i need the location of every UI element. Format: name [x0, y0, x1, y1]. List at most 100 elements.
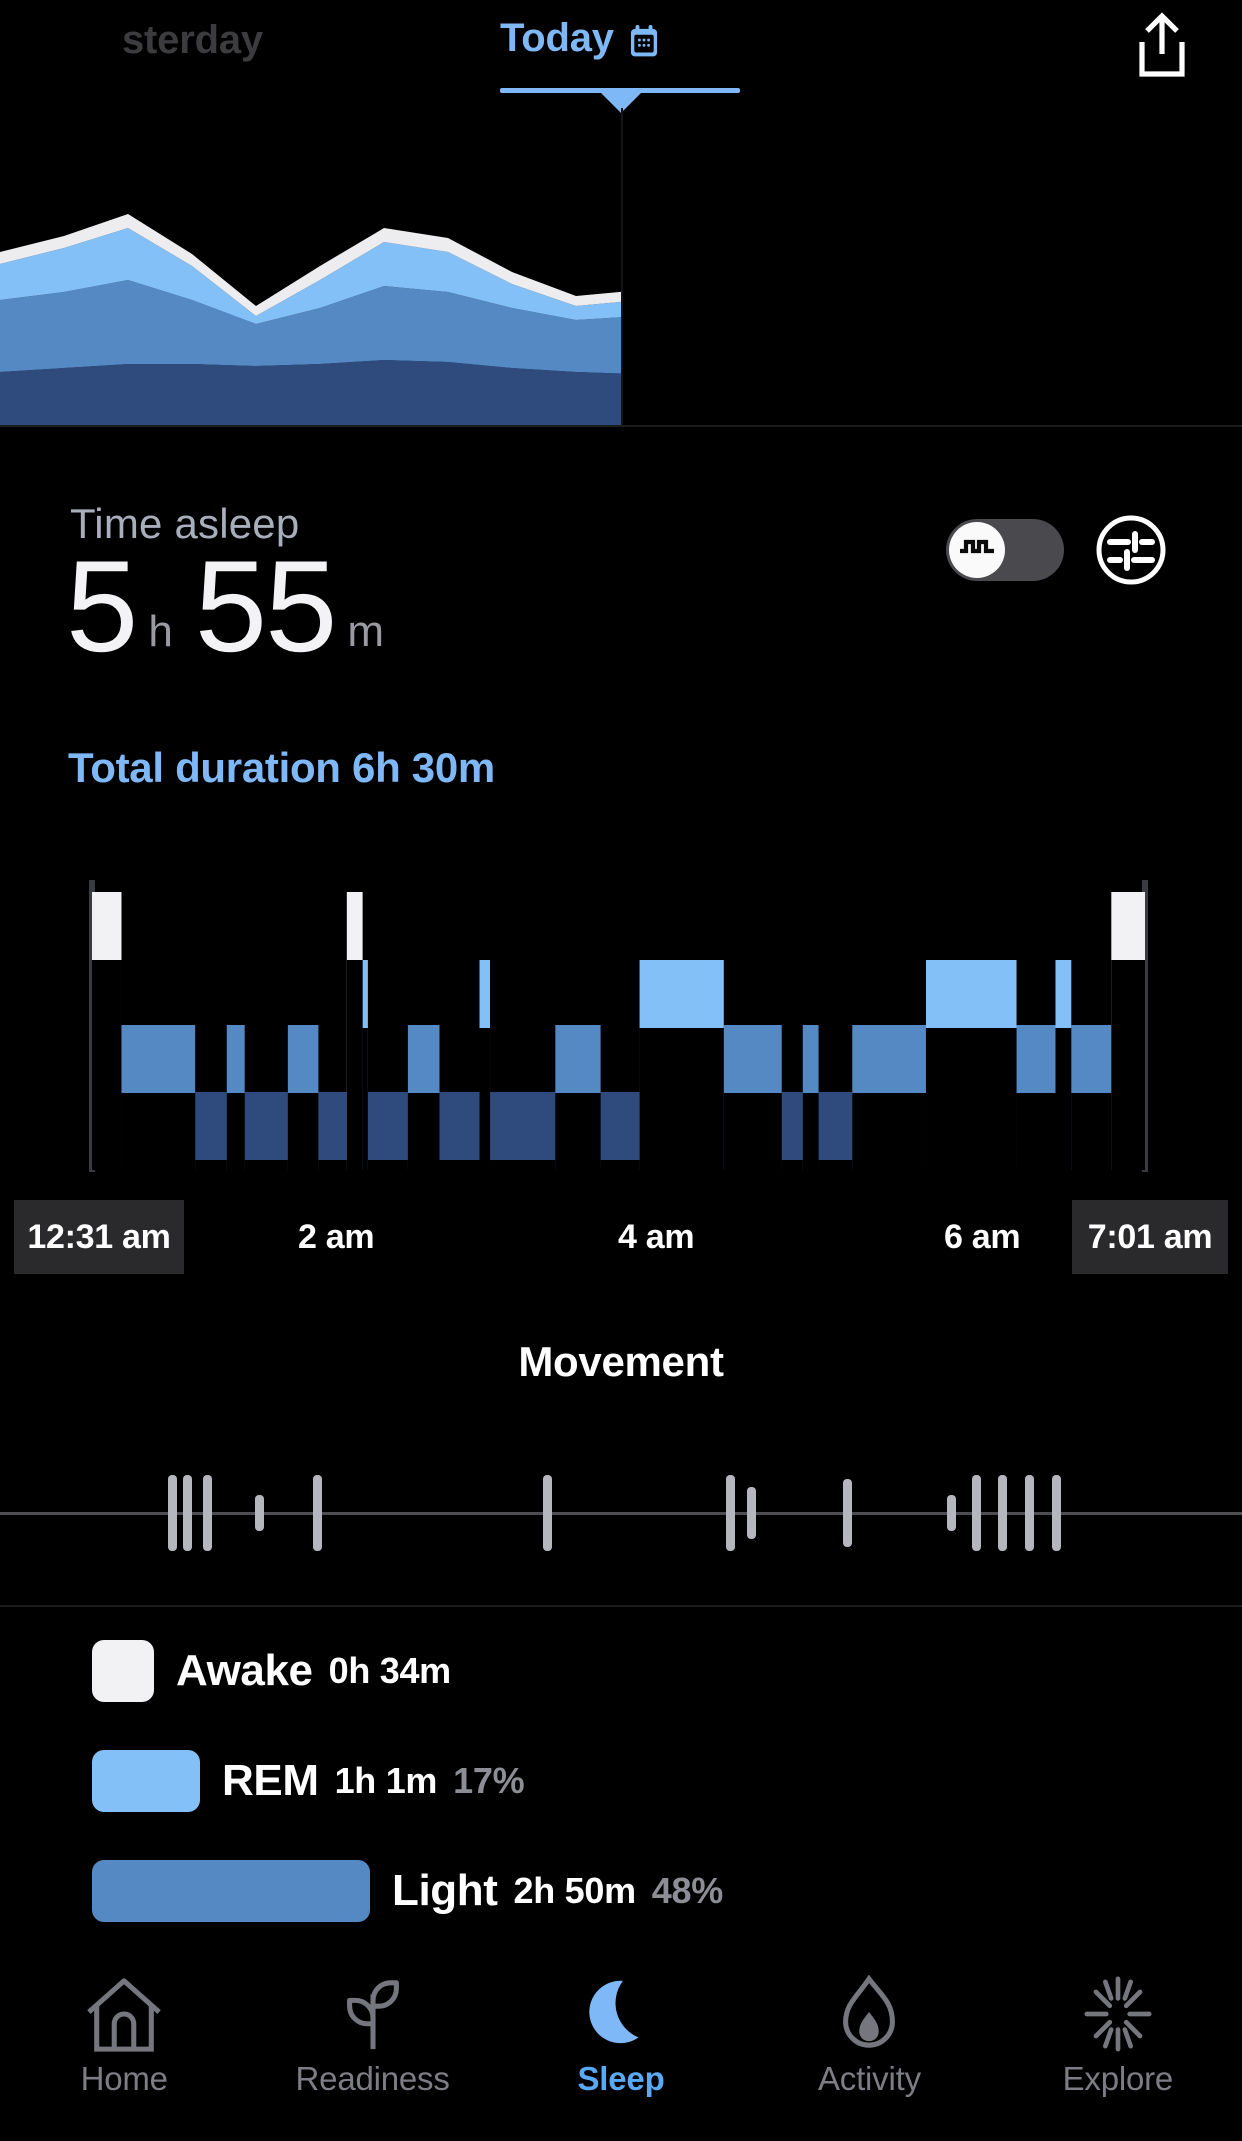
legend-stage-duration: 2h 50m	[514, 1870, 636, 1912]
axis-end-chip: 7:01 am	[1072, 1200, 1228, 1274]
area-chart-right-edge	[621, 108, 623, 426]
hypnogram-mask	[819, 1160, 853, 1170]
chart-settings-button[interactable]	[1094, 513, 1168, 587]
hypnogram-mask	[555, 1093, 600, 1170]
axis-tick-2am: 2 am	[298, 1200, 374, 1274]
hypnogram-mask	[347, 960, 363, 1170]
hypnogram-mask	[1071, 1093, 1111, 1170]
legend-stage-name: REM	[222, 1756, 319, 1806]
nav-item-sleep[interactable]: Sleep	[497, 1956, 745, 2098]
leaf-icon	[330, 1974, 416, 2054]
hypnogram-segment-deep	[782, 1092, 803, 1170]
section-divider-top	[0, 425, 1242, 427]
tab-yesterday[interactable]: sterday	[122, 18, 263, 63]
legend-stage-percent: 17%	[453, 1760, 524, 1802]
legend-row-light[interactable]: Light2h 50m48%	[92, 1860, 723, 1922]
time-asleep-hours: 5	[66, 552, 136, 660]
axis-end-label: 7:01 am	[1088, 1218, 1213, 1257]
nav-item-home[interactable]: Home	[0, 1956, 248, 2098]
axis-tick-label: 6 am	[944, 1218, 1020, 1257]
hypnogram-mask	[926, 1028, 1017, 1170]
hypnogram-mask	[480, 1028, 491, 1170]
hypnogram-mask	[121, 1093, 195, 1170]
hypnogram-mask	[1111, 960, 1145, 1170]
nav-label-activity: Activity	[818, 2060, 921, 2098]
axis-tick-label: 4 am	[618, 1218, 694, 1257]
axis-tick-label: 2 am	[298, 1218, 374, 1257]
hypnogram-segment-deep	[195, 1092, 227, 1170]
nav-label-explore: Explore	[1063, 2060, 1174, 2098]
axis-tick-4am: 4 am	[618, 1200, 694, 1274]
axis-start-chip: 12:31 am	[14, 1200, 184, 1274]
share-button[interactable]	[1130, 12, 1194, 80]
nav-item-activity[interactable]: Activity	[745, 1956, 993, 2098]
hypnogram-mask	[1055, 1028, 1071, 1170]
hypnogram-time-axis: 12:31 am 2 am 4 am 6 am 7:01 am	[0, 1200, 1242, 1274]
hypnogram-toggle[interactable]	[946, 519, 1064, 581]
hypnogram-mask	[245, 1160, 288, 1170]
hypnogram-mask	[92, 960, 121, 1170]
nav-item-readiness[interactable]: Readiness	[248, 1956, 496, 2098]
time-asleep-minutes: 55	[195, 552, 336, 660]
hypnogram-mask	[318, 1160, 346, 1170]
movement-tick	[998, 1475, 1007, 1552]
hypnogram-segment-deep	[601, 1092, 640, 1170]
movement-section: Movement	[0, 1290, 1242, 1580]
movement-tick	[168, 1475, 177, 1552]
total-duration-label[interactable]: Total duration 6h 30m	[68, 744, 495, 792]
nav-item-explore[interactable]: Explore	[994, 1956, 1242, 2098]
nav-label-sleep: Sleep	[577, 2060, 664, 2098]
legend-stage-percent: 48%	[652, 1870, 723, 1912]
hypnogram-wave-icon	[959, 537, 995, 564]
sleep-stage-trend-chart[interactable]	[0, 108, 622, 426]
hypnogram-mask	[195, 1160, 227, 1170]
legend-row-rem[interactable]: REM 1h 1m 17%	[92, 1750, 524, 1812]
hypnogram-mask	[640, 1028, 724, 1170]
tab-today-label: Today	[500, 16, 614, 61]
movement-tick	[543, 1475, 552, 1552]
moon-icon	[578, 1974, 664, 2054]
hypnogram-mask	[1017, 1093, 1056, 1170]
movement-tick	[183, 1475, 192, 1552]
hypnogram-chart[interactable]	[0, 870, 1242, 1200]
bottom-navigation: Home Readiness Sleep	[0, 1956, 1242, 2141]
movement-tick	[203, 1475, 212, 1552]
hypnogram-mask	[439, 1160, 479, 1170]
legend-swatch-light	[92, 1860, 370, 1922]
hypnogram-segment-deep	[245, 1092, 288, 1170]
hypnogram-mask	[490, 1160, 555, 1170]
hypnogram-segment-deep	[318, 1092, 346, 1170]
movement-plot[interactable]	[0, 1458, 1242, 1568]
hypnogram-segment-deep	[490, 1092, 555, 1170]
tab-today[interactable]: Today	[500, 16, 660, 61]
hypnogram-segment-deep	[368, 1092, 408, 1170]
sunburst-icon	[1075, 1974, 1161, 2054]
movement-tick	[1052, 1475, 1061, 1552]
hypnogram-mask	[363, 1028, 368, 1170]
movement-tick	[972, 1475, 981, 1552]
movement-tick	[843, 1479, 852, 1547]
hypnogram-segment-deep	[819, 1092, 853, 1170]
tab-yesterday-label: sterday	[122, 18, 263, 62]
legend-row-awake[interactable]: Awake0h 34m	[92, 1640, 451, 1702]
hypnogram-mask	[601, 1160, 640, 1170]
hypnogram-mask	[227, 1093, 245, 1170]
hypnogram-segment-deep	[439, 1092, 479, 1170]
movement-tick	[947, 1495, 956, 1532]
hypnogram-mask	[368, 1160, 408, 1170]
movement-tick	[313, 1475, 322, 1552]
top-tab-bar: sterday Today	[0, 0, 1242, 100]
time-asleep-minutes-unit: m	[335, 610, 384, 660]
axis-tick-6am: 6 am	[944, 1200, 1020, 1274]
movement-tick	[747, 1487, 756, 1539]
sleep-screen: sterday Today	[0, 0, 1242, 2141]
nav-label-home: Home	[81, 2060, 168, 2098]
flame-icon	[826, 1974, 912, 2054]
legend-swatch-rem	[92, 1750, 200, 1812]
movement-tick	[1025, 1475, 1034, 1552]
hypnogram-mask	[724, 1093, 782, 1170]
section-divider-legend	[0, 1605, 1242, 1607]
legend-stage-duration: 1h 1m	[335, 1760, 438, 1802]
nav-label-readiness: Readiness	[296, 2060, 450, 2098]
toggle-knob	[949, 522, 1005, 578]
